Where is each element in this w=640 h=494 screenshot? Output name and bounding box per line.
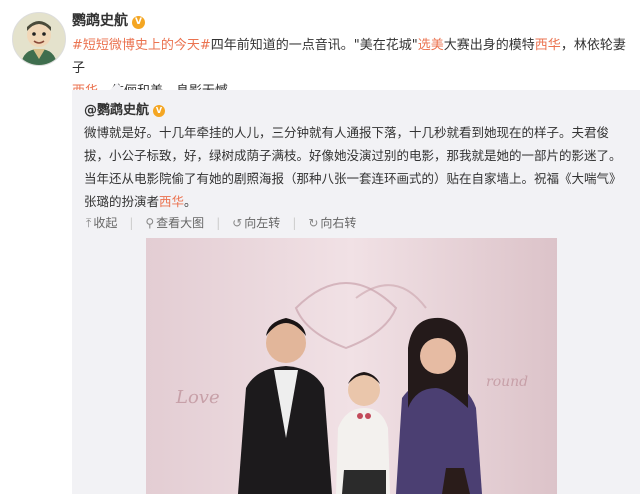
divider: | — [129, 216, 134, 230]
rotate-left-button[interactable]: ↺ 向左转 — [232, 214, 280, 231]
avatar-illustration-icon — [13, 13, 65, 65]
repost-card: @鹦鹉史航 V 微博就是好。十几年牵挂的人儿，三分钟就有人通报下落，十几秒就看到她… — [72, 83, 640, 494]
repost-text-end: 。 — [184, 194, 197, 209]
rotate-left-label: 向左转 — [244, 216, 281, 230]
collapse-label: 收起 — [93, 216, 118, 230]
keyword-link-xihua[interactable]: 西华 — [159, 194, 184, 209]
verified-v-icon: V — [132, 16, 145, 29]
repost-author[interactable]: @鹦鹉史航 V — [84, 99, 166, 118]
zoom-icon: ⚲ — [145, 216, 155, 230]
backdrop-text-love: Love — [175, 387, 220, 408]
topic-hashtag-text[interactable]: #短短微博史上的今天# — [72, 38, 211, 53]
post-author-name[interactable]: 鹦鹉史航 — [72, 13, 128, 29]
rotate-right-icon: ↻ — [308, 216, 319, 230]
divider: | — [292, 216, 297, 230]
family-photo-illustration: Love round — [146, 238, 557, 494]
collapse-arrow-icon: ⤒ — [86, 216, 92, 230]
collapse-button[interactable]: ⤒ 收起 — [86, 214, 117, 231]
post-photo[interactable]: Love round — [146, 238, 557, 494]
keyword-link-xuanmei[interactable]: 选美 — [418, 38, 444, 53]
rotate-left-icon: ↺ — [232, 216, 243, 230]
verified-v-icon: V — [153, 105, 166, 117]
keyword-link-xihua[interactable]: 西华 — [535, 38, 561, 53]
post-text-part: 四年前知道的一点音讯。"美在花城" — [210, 38, 418, 53]
view-large-button[interactable]: ⚲ 查看大图 — [145, 214, 204, 231]
image-actions: ⤒ 收起 | ⚲ 查看大图 | ↺ 向左转 | ↻ 向右转 — [86, 214, 368, 231]
backdrop-text-round: round — [486, 374, 528, 390]
rotate-right-label: 向右转 — [320, 216, 357, 230]
divider: | — [216, 216, 221, 230]
post-author[interactable]: 鹦鹉史航 V — [72, 10, 145, 30]
repost-caret — [110, 83, 124, 90]
repost-text: 微博就是好。十几年牵挂的人儿，三分钟就有人通报下落，十几秒就看到她现在的样子。夫… — [84, 121, 629, 213]
rotate-right-button[interactable]: ↻ 向右转 — [308, 214, 356, 231]
post-text-part: 大赛出身的模特 — [443, 38, 535, 53]
view-large-label: 查看大图 — [156, 216, 205, 230]
topic-hashtag-link[interactable]: #短短微博史上的今天# — [72, 38, 211, 53]
avatar[interactable] — [12, 12, 66, 66]
repost-author-name[interactable]: @鹦鹉史航 — [84, 103, 149, 118]
